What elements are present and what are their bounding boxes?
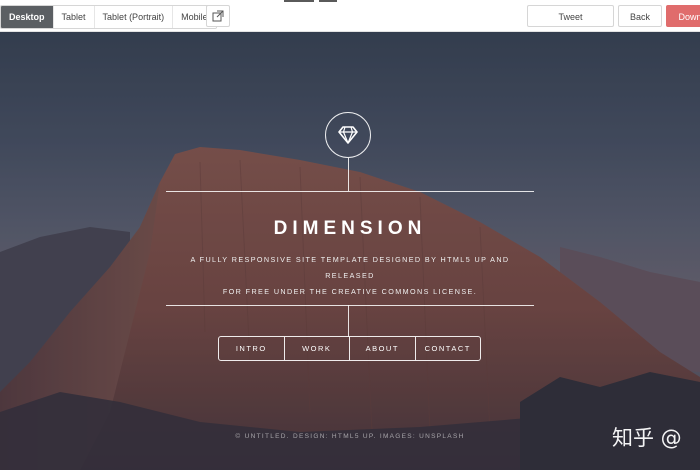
tab-desktop[interactable]: Desktop [1,6,54,28]
loading-indicator [284,0,314,2]
tab-tablet[interactable]: Tablet [53,6,95,28]
site-logo [325,112,371,158]
nav-intro[interactable]: INTRO [219,337,285,360]
watermark: 知乎 @ [612,426,682,450]
site-description: A fully responsive site template designe… [166,252,534,300]
divider-line [166,305,534,306]
tweet-button[interactable]: Tweet [527,5,614,27]
back-button[interactable]: Back [618,5,662,27]
dark-overlay [0,32,700,470]
nav-contact[interactable]: CONTACT [416,337,481,360]
open-external-button[interactable] [206,5,230,27]
divider-line [166,191,534,192]
external-link-icon [212,10,224,22]
site-footer: © Untitled. Design: HTML5 UP. Images: Un… [235,433,465,440]
diamond-icon [338,126,358,144]
preview-toolbar: Desktop Tablet Tablet (Portrait) Mobile … [0,0,700,32]
nav-about[interactable]: ABOUT [350,337,416,360]
download-button[interactable]: Down [666,5,700,27]
site-preview: DIMENSION A fully responsive site templa… [0,32,700,470]
site-description-line: A fully responsive site template designe… [190,255,510,280]
nav-work[interactable]: WORK [285,337,350,360]
loading-indicator [319,0,337,2]
site-title: DIMENSION [273,218,427,239]
connector-line [348,305,349,337]
site-description-line: for free under the Creative Commons lice… [222,287,478,296]
tab-tablet-portrait[interactable]: Tablet (Portrait) [94,6,174,28]
connector-line [348,158,349,191]
site-nav: INTRO WORK ABOUT CONTACT [218,336,481,361]
device-view-tabs: Desktop Tablet Tablet (Portrait) Mobile [0,5,217,29]
